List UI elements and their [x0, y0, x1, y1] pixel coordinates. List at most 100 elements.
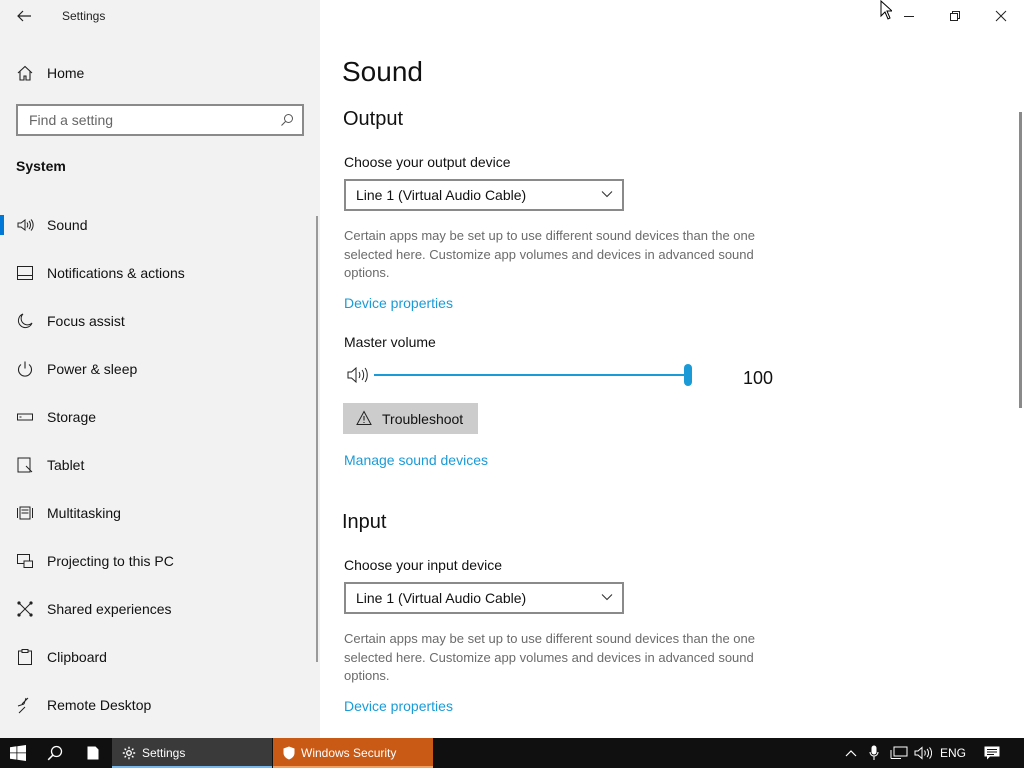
troubleshoot-label: Troubleshoot	[382, 411, 464, 427]
close-icon	[995, 10, 1007, 22]
sidebar-item-label: Power & sleep	[47, 361, 138, 377]
chevron-down-icon	[601, 594, 613, 601]
section-title: System	[16, 158, 66, 174]
output-device-properties-link[interactable]: Device properties	[344, 295, 453, 311]
sidebar-item-label: Focus assist	[47, 313, 125, 329]
sidebar-item-storage[interactable]: Storage	[0, 393, 316, 441]
sidebar-item-notifications[interactable]: Notifications & actions	[0, 249, 316, 297]
output-device-value: Line 1 (Virtual Audio Cable)	[356, 187, 527, 203]
sidebar-item-multitasking[interactable]: Multitasking	[0, 489, 316, 537]
sidebar-item-label: Projecting to this PC	[47, 553, 174, 569]
input-device-label: Choose your input device	[344, 557, 502, 573]
multitasking-icon	[17, 506, 33, 520]
sidebar-item-label: Storage	[47, 409, 97, 425]
sidebar-item-projecting[interactable]: Projecting to this PC	[0, 537, 316, 585]
search-icon[interactable]	[280, 113, 294, 127]
speaker-icon	[17, 219, 34, 231]
input-device-dropdown[interactable]: Line 1 (Virtual Audio Cable)	[344, 582, 624, 614]
main-content	[320, 0, 1024, 738]
input-language-button[interactable]: ENG	[938, 738, 968, 768]
output-section-title: Output	[343, 108, 404, 130]
start-button[interactable]	[0, 738, 36, 768]
remote-desktop-icon	[17, 697, 29, 714]
restore-icon	[950, 11, 960, 21]
search-input[interactable]	[27, 111, 271, 129]
input-section-title: Input	[342, 511, 387, 533]
action-center-button[interactable]	[980, 738, 1004, 768]
chevron-down-icon	[601, 191, 613, 198]
input-device-value: Line 1 (Virtual Audio Cable)	[356, 590, 527, 606]
show-hidden-icons-button[interactable]	[842, 738, 860, 768]
network-tray-button[interactable]	[888, 738, 910, 768]
taskbar-app-settings[interactable]: Settings	[112, 738, 272, 768]
action-center-icon	[984, 746, 1000, 760]
home-icon	[17, 65, 33, 81]
search-box[interactable]	[16, 104, 304, 136]
windows-logo-icon	[10, 745, 26, 761]
taskbar-app-windows-security[interactable]: Windows Security	[273, 738, 433, 768]
restore-button[interactable]	[932, 0, 978, 32]
warning-icon	[356, 410, 372, 425]
search-icon	[47, 745, 63, 761]
sidebar-item-home[interactable]: Home	[0, 49, 316, 97]
sidebar-item-label: Remote Desktop	[47, 697, 152, 713]
master-volume-slider-track[interactable]	[374, 374, 688, 376]
network-icon	[890, 746, 908, 759]
sidebar-item-label: Home	[47, 65, 85, 81]
sidebar-item-power-sleep[interactable]: Power & sleep	[0, 345, 316, 393]
sidebar-item-label: Notifications & actions	[47, 265, 185, 281]
sidebar-item-tablet[interactable]: Tablet	[0, 441, 316, 489]
sidebar-item-shared-experiences[interactable]: Shared experiences	[0, 585, 316, 633]
chevron-up-icon	[845, 750, 857, 757]
taskbar-app-label: Windows Security	[301, 746, 397, 760]
volume-speaker-icon[interactable]	[346, 365, 370, 385]
tablet-icon	[17, 457, 33, 473]
mouse-cursor-icon	[880, 0, 892, 20]
sidebar-item-label: Sound	[47, 217, 88, 233]
main-scrollbar[interactable]	[1019, 112, 1022, 408]
power-icon	[17, 361, 33, 377]
taskbar: Settings Windows Security ENG	[0, 738, 1024, 768]
master-volume-label: Master volume	[344, 334, 436, 350]
sidebar-item-remote-desktop[interactable]: Remote Desktop	[0, 681, 316, 729]
speaker-icon	[914, 746, 932, 760]
sidebar-item-label: Shared experiences	[47, 601, 172, 617]
sidebar-item-label: Clipboard	[47, 649, 107, 665]
projecting-icon	[17, 554, 33, 568]
input-description: Certain apps may be set up to use differ…	[344, 631, 755, 683]
master-volume-slider-thumb[interactable]	[684, 364, 692, 386]
sidebar-item-sound[interactable]: Sound	[0, 201, 316, 249]
master-volume-value: 100	[743, 368, 774, 388]
clipboard-icon	[18, 649, 32, 665]
language-label: ENG	[939, 746, 966, 760]
sidebar-item-clipboard[interactable]: Clipboard	[0, 633, 316, 681]
taskbar-search-button[interactable]	[38, 738, 72, 768]
sidebar-item-label: Tablet	[47, 457, 85, 473]
storage-icon	[17, 413, 33, 421]
output-device-label: Choose your output device	[344, 154, 511, 170]
troubleshoot-button[interactable]: Troubleshoot	[343, 403, 478, 434]
sidebar-item-focus-assist[interactable]: Focus assist	[0, 297, 316, 345]
app-title: Settings	[62, 9, 106, 23]
close-button[interactable]	[978, 0, 1024, 32]
minimize-icon	[904, 16, 914, 17]
output-device-dropdown[interactable]: Line 1 (Virtual Audio Cable)	[344, 179, 624, 211]
microphone-tray-button[interactable]	[866, 738, 882, 768]
microphone-icon	[869, 745, 879, 760]
output-description: Certain apps may be set up to use differ…	[344, 228, 755, 280]
shield-icon	[283, 746, 295, 760]
back-arrow-icon[interactable]	[14, 6, 34, 26]
moon-icon	[17, 313, 33, 329]
sidebar-scrollbar[interactable]	[316, 216, 318, 662]
manage-sound-devices-link[interactable]: Manage sound devices	[344, 452, 488, 468]
page-title: Sound	[342, 56, 423, 87]
gear-icon	[122, 746, 136, 760]
settings-sidebar: Settings Home System Sound Notifications…	[0, 0, 320, 738]
volume-tray-button[interactable]	[912, 738, 934, 768]
taskbar-app-label: Settings	[142, 746, 186, 760]
taskbar-file-button[interactable]	[76, 738, 110, 768]
minimize-button[interactable]	[886, 0, 932, 32]
document-icon	[87, 746, 99, 760]
input-device-properties-link[interactable]: Device properties	[344, 698, 453, 714]
shared-experiences-icon	[17, 601, 33, 617]
